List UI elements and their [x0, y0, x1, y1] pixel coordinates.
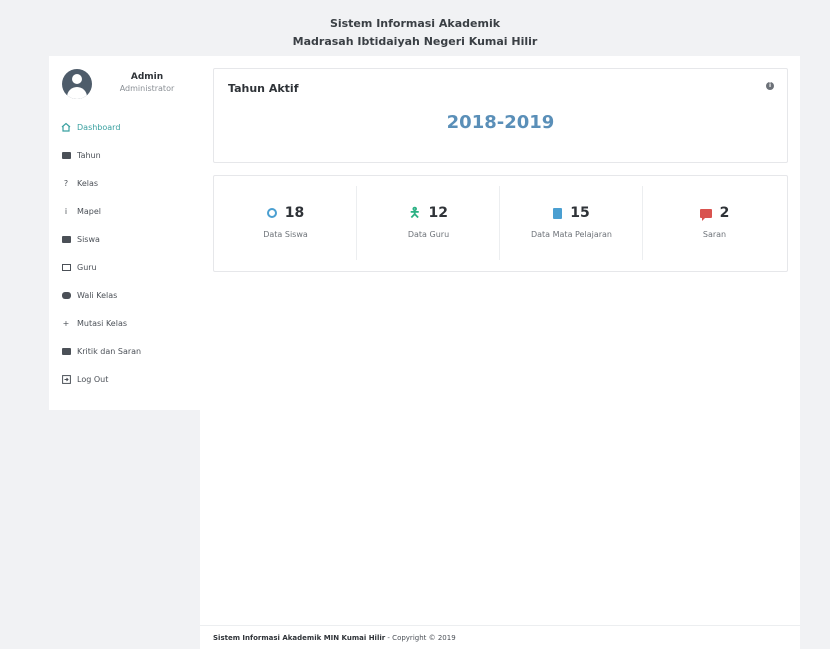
- id-card-icon: [61, 234, 71, 244]
- chat-icon: [61, 262, 71, 272]
- footer-copyright: - Copyright © 2019: [385, 634, 456, 642]
- calendar-icon: [61, 150, 71, 160]
- home-icon: [61, 122, 71, 132]
- comment-icon: [699, 208, 712, 221]
- sidebar-item-label: Kelas: [77, 178, 99, 188]
- user-name: Admin: [130, 72, 164, 82]
- sidebar-item-siswa[interactable]: Siswa: [61, 230, 191, 248]
- book-icon: [553, 207, 563, 219]
- sidebar-item-label: Wali Kelas: [77, 290, 118, 300]
- active-year-value: 2018-2019: [446, 112, 555, 133]
- sidebar-item-label: Log Out: [77, 374, 109, 384]
- stat-label: Saran: [702, 230, 727, 239]
- comment-icon: [61, 346, 71, 356]
- sidebar-item-kritik-saran[interactable]: Kritik dan Saran: [61, 342, 191, 360]
- sidebar-item-label: Siswa: [77, 234, 100, 244]
- sidebar: Admin Administrator Dashboard Tahun ? Ke…: [49, 56, 200, 410]
- plus-icon: +: [62, 318, 70, 328]
- stat-saran[interactable]: 2 Saran: [643, 186, 786, 260]
- user-role: Administrator: [119, 84, 175, 93]
- person-icon: 🯅: [409, 205, 421, 221]
- sidebar-item-wali-kelas[interactable]: Wali Kelas: [61, 286, 191, 304]
- sidebar-item-label: Tahun: [77, 150, 101, 160]
- stat-guru[interactable]: 🯅 12 Data Guru: [357, 186, 500, 260]
- active-year-card: Tahun Aktif i 2018-2019: [213, 68, 788, 163]
- stat-label: Data Guru: [407, 230, 450, 239]
- sidebar-item-kelas[interactable]: ? Kelas: [61, 174, 191, 192]
- info-icon[interactable]: i: [766, 82, 774, 90]
- sidebar-item-guru[interactable]: Guru: [61, 258, 191, 276]
- logout-icon: [61, 374, 71, 384]
- sidebar-item-label: Kritik dan Saran: [77, 346, 142, 356]
- stat-label: Data Mata Pelajaran: [530, 230, 612, 239]
- footer: Sistem Informasi Akademik MIN Kumai Hili…: [200, 625, 800, 649]
- header-title-line1: Sistem Informasi Akademik: [329, 17, 501, 30]
- footer-text: Sistem Informasi Akademik MIN Kumai Hili…: [213, 634, 456, 642]
- sidebar-item-label: Guru: [77, 262, 97, 272]
- stat-value: 18: [284, 205, 305, 221]
- avatar: [62, 69, 92, 99]
- header-title-line2: Madrasah Ibtidaiyah Negeri Kumai Hilir: [292, 35, 538, 48]
- sidebar-item-label: Mapel: [77, 206, 102, 216]
- sidebar-item-mutasi-kelas[interactable]: + Mutasi Kelas: [61, 314, 191, 332]
- info-icon: ⅰ: [64, 206, 68, 216]
- stat-value: 2: [719, 205, 730, 221]
- stats-card: 18 Data Siswa 🯅 12 Data Guru 15 Data Mat…: [213, 175, 788, 272]
- smile-icon: [266, 208, 277, 218]
- sidebar-item-log-out[interactable]: Log Out: [61, 370, 191, 388]
- page-header: Sistem Informasi Akademik Madrasah Ibtid…: [0, 0, 830, 56]
- footer-brand: Sistem Informasi Akademik MIN Kumai Hili…: [213, 634, 386, 642]
- sidebar-item-label: Dashboard: [77, 122, 121, 132]
- main-content: Tahun Aktif i 2018-2019 18 Data Siswa 🯅 …: [200, 56, 800, 625]
- sidebar-item-dashboard[interactable]: Dashboard: [61, 118, 191, 136]
- stat-mapel[interactable]: 15 Data Mata Pelajaran: [500, 186, 643, 260]
- question-icon: ?: [63, 178, 69, 188]
- gamepad-icon: [61, 290, 71, 300]
- stat-siswa[interactable]: 18 Data Siswa: [214, 186, 357, 260]
- stat-value: 12: [428, 205, 448, 221]
- stat-value: 15: [570, 205, 590, 221]
- sidebar-item-mapel[interactable]: ⅰ Mapel: [61, 202, 191, 220]
- sidebar-item-label: Mutasi Kelas: [77, 318, 128, 328]
- card-title: Tahun Aktif: [228, 82, 299, 95]
- sidebar-item-tahun[interactable]: Tahun: [61, 146, 191, 164]
- stat-label: Data Siswa: [263, 230, 308, 239]
